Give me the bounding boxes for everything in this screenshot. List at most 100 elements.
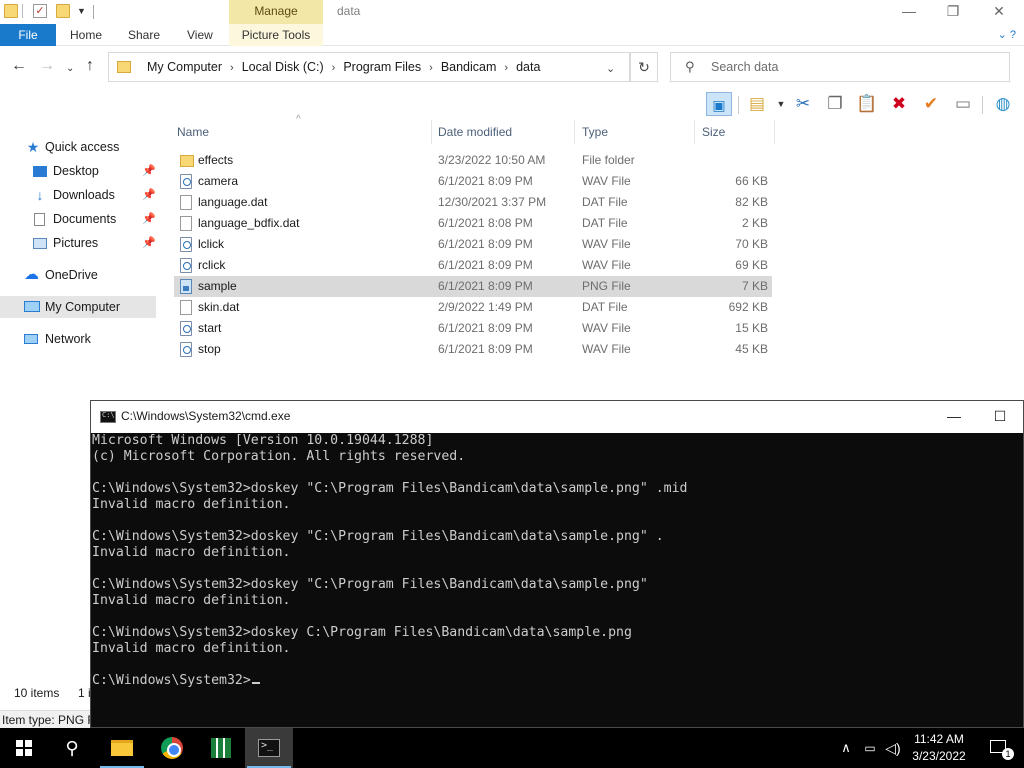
paste-icon[interactable]: 📋 bbox=[854, 92, 880, 116]
close-button[interactable]: ✕ bbox=[976, 0, 1022, 24]
column-header-date[interactable]: Date modified bbox=[432, 120, 574, 144]
help-icon[interactable]: ⌄ ? bbox=[998, 24, 1016, 46]
back-arrow-icon[interactable]: ← bbox=[11, 58, 27, 74]
folder-icon[interactable] bbox=[4, 4, 18, 18]
sidebar-item-pictures[interactable]: Pictures 📌 bbox=[0, 232, 156, 254]
cmd-maximize-button[interactable]: ☐ bbox=[977, 401, 1023, 433]
cmd-minimize-button[interactable]: — bbox=[931, 401, 977, 433]
up-arrow-icon[interactable]: ↑ bbox=[86, 58, 94, 74]
console-line: (c) Microsoft Corporation. All rights re… bbox=[92, 449, 466, 464]
file-row[interactable]: language.dat 12/30/2021 3:37 PM DAT File 82… bbox=[174, 192, 772, 213]
maximize-button[interactable]: ❐ bbox=[930, 0, 976, 24]
start-button[interactable] bbox=[0, 728, 48, 768]
volume-icon[interactable]: ◁) bbox=[882, 728, 904, 768]
file-row[interactable]: effects 3/23/2022 10:50 AM File folder bbox=[174, 150, 772, 171]
breadcrumb: My Computer › Local Disk (C:) › Program File… bbox=[147, 53, 540, 81]
file-row[interactable]: language_bdfix.dat 6/1/2021 8:08 PM DAT Fi… bbox=[174, 213, 772, 234]
pin-icon[interactable]: 📌 bbox=[142, 208, 156, 230]
tab-share[interactable]: Share bbox=[128, 24, 160, 46]
notifications-button[interactable]: 1 bbox=[978, 728, 1018, 768]
refresh-button[interactable]: ↻ bbox=[630, 52, 658, 82]
file-row[interactable]: skin.dat 2/9/2022 1:49 PM DAT File 692 KB bbox=[174, 297, 772, 318]
delete-icon[interactable]: ✖ bbox=[886, 92, 912, 116]
layout-pane-icon[interactable]: ▣ bbox=[706, 92, 732, 116]
chevron-down-icon[interactable]: ⌄ bbox=[606, 62, 615, 75]
sidebar-item-downloads[interactable]: ↓ Downloads 📌 bbox=[0, 184, 156, 206]
file-type: PNG File bbox=[582, 279, 631, 293]
taskbar-chrome[interactable] bbox=[148, 728, 196, 768]
file-row[interactable]: lclick 6/1/2021 8:09 PM WAV File 70 KB bbox=[174, 234, 772, 255]
chevron-right-icon[interactable]: › bbox=[429, 62, 433, 74]
audio-file-icon bbox=[180, 258, 192, 273]
taskbar-search-icon[interactable]: ⚲ bbox=[48, 728, 96, 768]
sidebar-item-my-computer[interactable]: My Computer bbox=[0, 296, 156, 318]
search-input[interactable] bbox=[711, 53, 1001, 81]
taskbar-bandicam[interactable] bbox=[197, 728, 245, 768]
show-hidden-icons[interactable]: ∧ bbox=[836, 728, 856, 768]
clock[interactable]: 11:42 AM 3/23/2022 bbox=[904, 731, 974, 765]
new-folder-quick-icon[interactable] bbox=[56, 4, 70, 18]
search-box[interactable]: ⚲ bbox=[670, 52, 1010, 82]
address-bar[interactable]: My Computer › Local Disk (C:) › Program File… bbox=[108, 52, 630, 82]
search-icon: ⚲ bbox=[685, 59, 695, 74]
checkmark-icon[interactable]: ✔ bbox=[918, 92, 944, 116]
sidebar-item-network[interactable]: Network bbox=[0, 328, 156, 350]
sidebar-item-desktop[interactable]: Desktop 📌 bbox=[0, 160, 156, 182]
file-row[interactable]: sample 6/1/2021 8:09 PM PNG File 7 KB bbox=[174, 276, 772, 297]
file-row[interactable]: stop 6/1/2021 8:09 PM WAV File 45 KB bbox=[174, 339, 772, 360]
divider bbox=[982, 96, 983, 114]
column-header-name[interactable]: Name bbox=[171, 120, 431, 144]
network-icon[interactable]: ▭ bbox=[858, 728, 882, 768]
cmd-window[interactable]: C:\Windows\System32\cmd.exe — ☐ Microsof… bbox=[90, 400, 1024, 728]
sidebar-item-onedrive[interactable]: ☁ OneDrive bbox=[0, 264, 156, 286]
column-header-size[interactable]: Size bbox=[696, 120, 774, 144]
file-row[interactable]: rclick 6/1/2021 8:09 PM WAV File 69 KB bbox=[174, 255, 772, 276]
file-row[interactable]: camera 6/1/2021 8:09 PM WAV File 66 KB bbox=[174, 171, 772, 192]
sidebar-item-label: Downloads bbox=[53, 188, 115, 202]
console-prompt-line[interactable]: C:\Windows\System32> bbox=[92, 673, 1023, 689]
cmd-console[interactable]: Microsoft Windows [Version 10.0.19044.12… bbox=[91, 433, 1023, 727]
audio-file-icon bbox=[180, 342, 192, 357]
taskbar-cmd[interactable] bbox=[245, 728, 293, 768]
breadcrumb-bandicam[interactable]: Bandicam bbox=[441, 60, 497, 74]
rename-icon[interactable]: ▭ bbox=[950, 92, 976, 116]
customize-quick-access-icon[interactable]: ▼ bbox=[77, 4, 91, 18]
tab-home[interactable]: Home bbox=[70, 24, 102, 46]
chevron-right-icon[interactable]: › bbox=[504, 62, 508, 74]
new-folder-icon[interactable]: ▤ bbox=[744, 92, 770, 116]
properties-icon[interactable]: ✓ bbox=[33, 4, 47, 18]
column-header-type[interactable]: Type bbox=[576, 120, 694, 144]
tab-view[interactable]: View bbox=[187, 24, 213, 46]
file-size: 45 KB bbox=[735, 342, 768, 356]
sidebar-item-documents[interactable]: Documents 📌 bbox=[0, 208, 156, 230]
ribbon-tabs: File Home Share View Picture Tools ⌄ ? bbox=[0, 24, 1024, 46]
tab-picture-tools[interactable]: Picture Tools bbox=[229, 24, 323, 46]
sidebar-item-label: OneDrive bbox=[45, 268, 98, 282]
minimize-button[interactable]: — bbox=[886, 0, 932, 24]
breadcrumb-my-computer[interactable]: My Computer bbox=[147, 60, 222, 74]
recent-locations-icon[interactable]: ⌄ bbox=[66, 61, 74, 77]
tab-file[interactable]: File bbox=[0, 24, 56, 46]
file-type: DAT File bbox=[582, 300, 628, 314]
chevron-right-icon[interactable]: › bbox=[332, 62, 336, 74]
pin-icon[interactable]: 📌 bbox=[142, 184, 156, 206]
audio-file-icon bbox=[180, 321, 192, 336]
breadcrumb-data[interactable]: data bbox=[516, 60, 540, 74]
pin-icon[interactable]: 📌 bbox=[142, 232, 156, 254]
cut-icon[interactable]: ✂ bbox=[790, 92, 816, 116]
breadcrumb-program-files[interactable]: Program Files bbox=[343, 60, 421, 74]
pin-icon[interactable]: 📌 bbox=[142, 160, 156, 182]
globe-icon[interactable]: ◍ bbox=[990, 92, 1016, 116]
sidebar-item-quick-access[interactable]: ★ Quick access bbox=[0, 136, 156, 158]
copy-icon[interactable]: ❐ bbox=[822, 92, 848, 116]
taskbar-file-explorer[interactable] bbox=[98, 728, 146, 768]
clock-time: 11:42 AM bbox=[914, 732, 964, 746]
item-type-tooltip: Item type: PNG F bbox=[0, 710, 92, 728]
cmd-title-bar[interactable]: C:\Windows\System32\cmd.exe — ☐ bbox=[91, 401, 1023, 433]
sidebar-item-label: Pictures bbox=[53, 236, 99, 250]
chevron-right-icon[interactable]: › bbox=[230, 62, 234, 74]
forward-arrow-icon[interactable]: → bbox=[39, 58, 55, 74]
breadcrumb-local-disk[interactable]: Local Disk (C:) bbox=[242, 60, 324, 74]
file-row[interactable]: start 6/1/2021 8:09 PM WAV File 15 KB bbox=[174, 318, 772, 339]
